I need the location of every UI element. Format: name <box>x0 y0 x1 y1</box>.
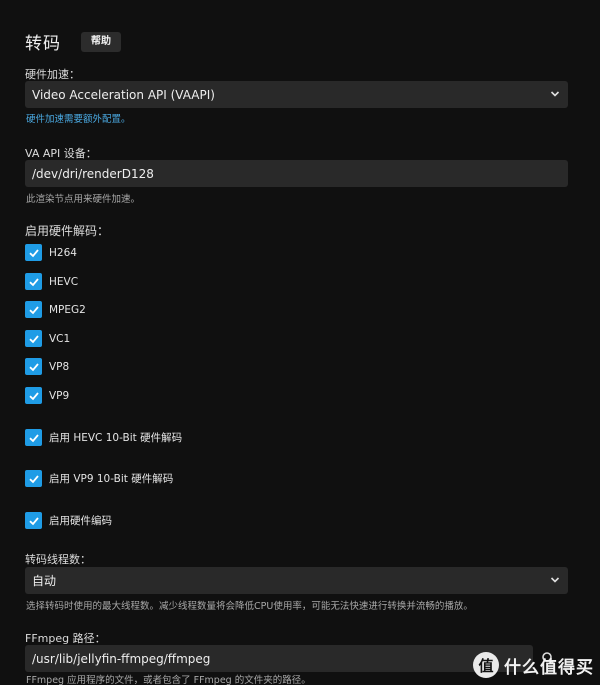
hw-decode-label: 启用硬件解码： <box>25 224 110 238</box>
section-header: 转码 帮助 <box>25 29 121 54</box>
check-icon <box>28 248 39 257</box>
threads-label: 转码线程数： <box>25 553 91 566</box>
check-icon <box>28 277 39 286</box>
ffmpeg-path-label: FFmpeg 路径： <box>25 632 106 645</box>
check-icon <box>28 433 39 442</box>
vaapi-device-label: VA API 设备： <box>25 147 97 160</box>
watermark: 值 什么值得买 <box>473 652 594 678</box>
check-icon <box>28 474 39 483</box>
codec-label: VP8 <box>49 360 70 373</box>
codec-label: VP9 <box>49 389 70 402</box>
ffmpeg-path-hint: FFmpeg 应用程序的文件，或者包含了 FFmpeg 的文件夹的路径。 <box>26 675 311 685</box>
vp9-10bit-checkbox[interactable]: 启用 VP9 10-Bit 硬件解码 <box>25 470 173 487</box>
hw-accel-hint-link[interactable]: 硬件加速需要额外配置。 <box>26 111 131 125</box>
check-icon <box>28 516 39 525</box>
check-icon <box>28 334 39 343</box>
help-button[interactable]: 帮助 <box>81 31 121 52</box>
vaapi-device-value: /dev/dri/renderD128 <box>32 166 154 181</box>
checkbox-checked[interactable] <box>25 244 42 261</box>
threads-select[interactable]: 自动 <box>25 567 568 594</box>
checkbox-checked[interactable] <box>25 429 42 446</box>
codec-checkbox-mpeg2[interactable]: MPEG2 <box>25 301 86 318</box>
codec-label: H264 <box>49 246 77 259</box>
codec-label: MPEG2 <box>49 303 86 316</box>
hw-accel-value: Video Acceleration API (VAAPI) <box>32 87 215 102</box>
hw-encode-label: 启用硬件编码 <box>49 515 112 527</box>
hw-accel-select[interactable]: Video Acceleration API (VAAPI) <box>25 81 568 108</box>
check-icon <box>28 362 39 371</box>
checkbox-checked[interactable] <box>25 512 42 529</box>
hw-accel-label: 硬件加速： <box>25 68 80 81</box>
threads-value: 自动 <box>32 574 57 588</box>
threads-hint: 选择转码时使用的最大线程数。减少线程数量将会降低CPU使用率，可能无法快速进行转… <box>26 601 473 612</box>
watermark-logo: 值 <box>473 652 499 678</box>
checkbox-checked[interactable] <box>25 273 42 290</box>
codec-checkbox-hevc[interactable]: HEVC <box>25 273 78 290</box>
checkbox-checked[interactable] <box>25 301 42 318</box>
hevc-10bit-checkbox[interactable]: 启用 HEVC 10-Bit 硬件解码 <box>25 429 182 446</box>
codec-label: VC1 <box>49 332 71 345</box>
vp9-10bit-label: 启用 VP9 10-Bit 硬件解码 <box>49 473 174 485</box>
check-icon <box>28 391 39 400</box>
checkbox-checked[interactable] <box>25 470 42 487</box>
watermark-text: 什么值得买 <box>504 657 594 678</box>
hw-encode-checkbox[interactable]: 启用硬件编码 <box>25 512 112 529</box>
codec-checkbox-vp8[interactable]: VP8 <box>25 358 69 375</box>
codec-checkbox-h264[interactable]: H264 <box>25 244 77 261</box>
checkbox-checked[interactable] <box>25 330 42 347</box>
vaapi-device-input[interactable]: /dev/dri/renderD128 <box>25 160 568 187</box>
check-icon <box>28 305 39 314</box>
codec-checkbox-vc1[interactable]: VC1 <box>25 330 70 347</box>
codec-label: HEVC <box>49 275 79 288</box>
ffmpeg-path-input[interactable]: /usr/lib/jellyfin-ffmpeg/ffmpeg <box>25 645 533 672</box>
ffmpeg-path-value: /usr/lib/jellyfin-ffmpeg/ffmpeg <box>32 651 211 666</box>
codec-checkbox-vp9[interactable]: VP9 <box>25 387 69 404</box>
hevc-10bit-label: 启用 HEVC 10-Bit 硬件解码 <box>49 432 183 444</box>
chevron-down-icon <box>550 91 560 97</box>
transcoding-settings-page: 转码 帮助 硬件加速： Video Acceleration API (VAAP… <box>0 0 600 685</box>
page-title: 转码 <box>25 34 61 54</box>
checkbox-checked[interactable] <box>25 387 42 404</box>
vaapi-device-hint: 此渲染节点用来硬件加速。 <box>26 194 141 205</box>
checkbox-checked[interactable] <box>25 358 42 375</box>
chevron-down-icon <box>550 577 560 583</box>
